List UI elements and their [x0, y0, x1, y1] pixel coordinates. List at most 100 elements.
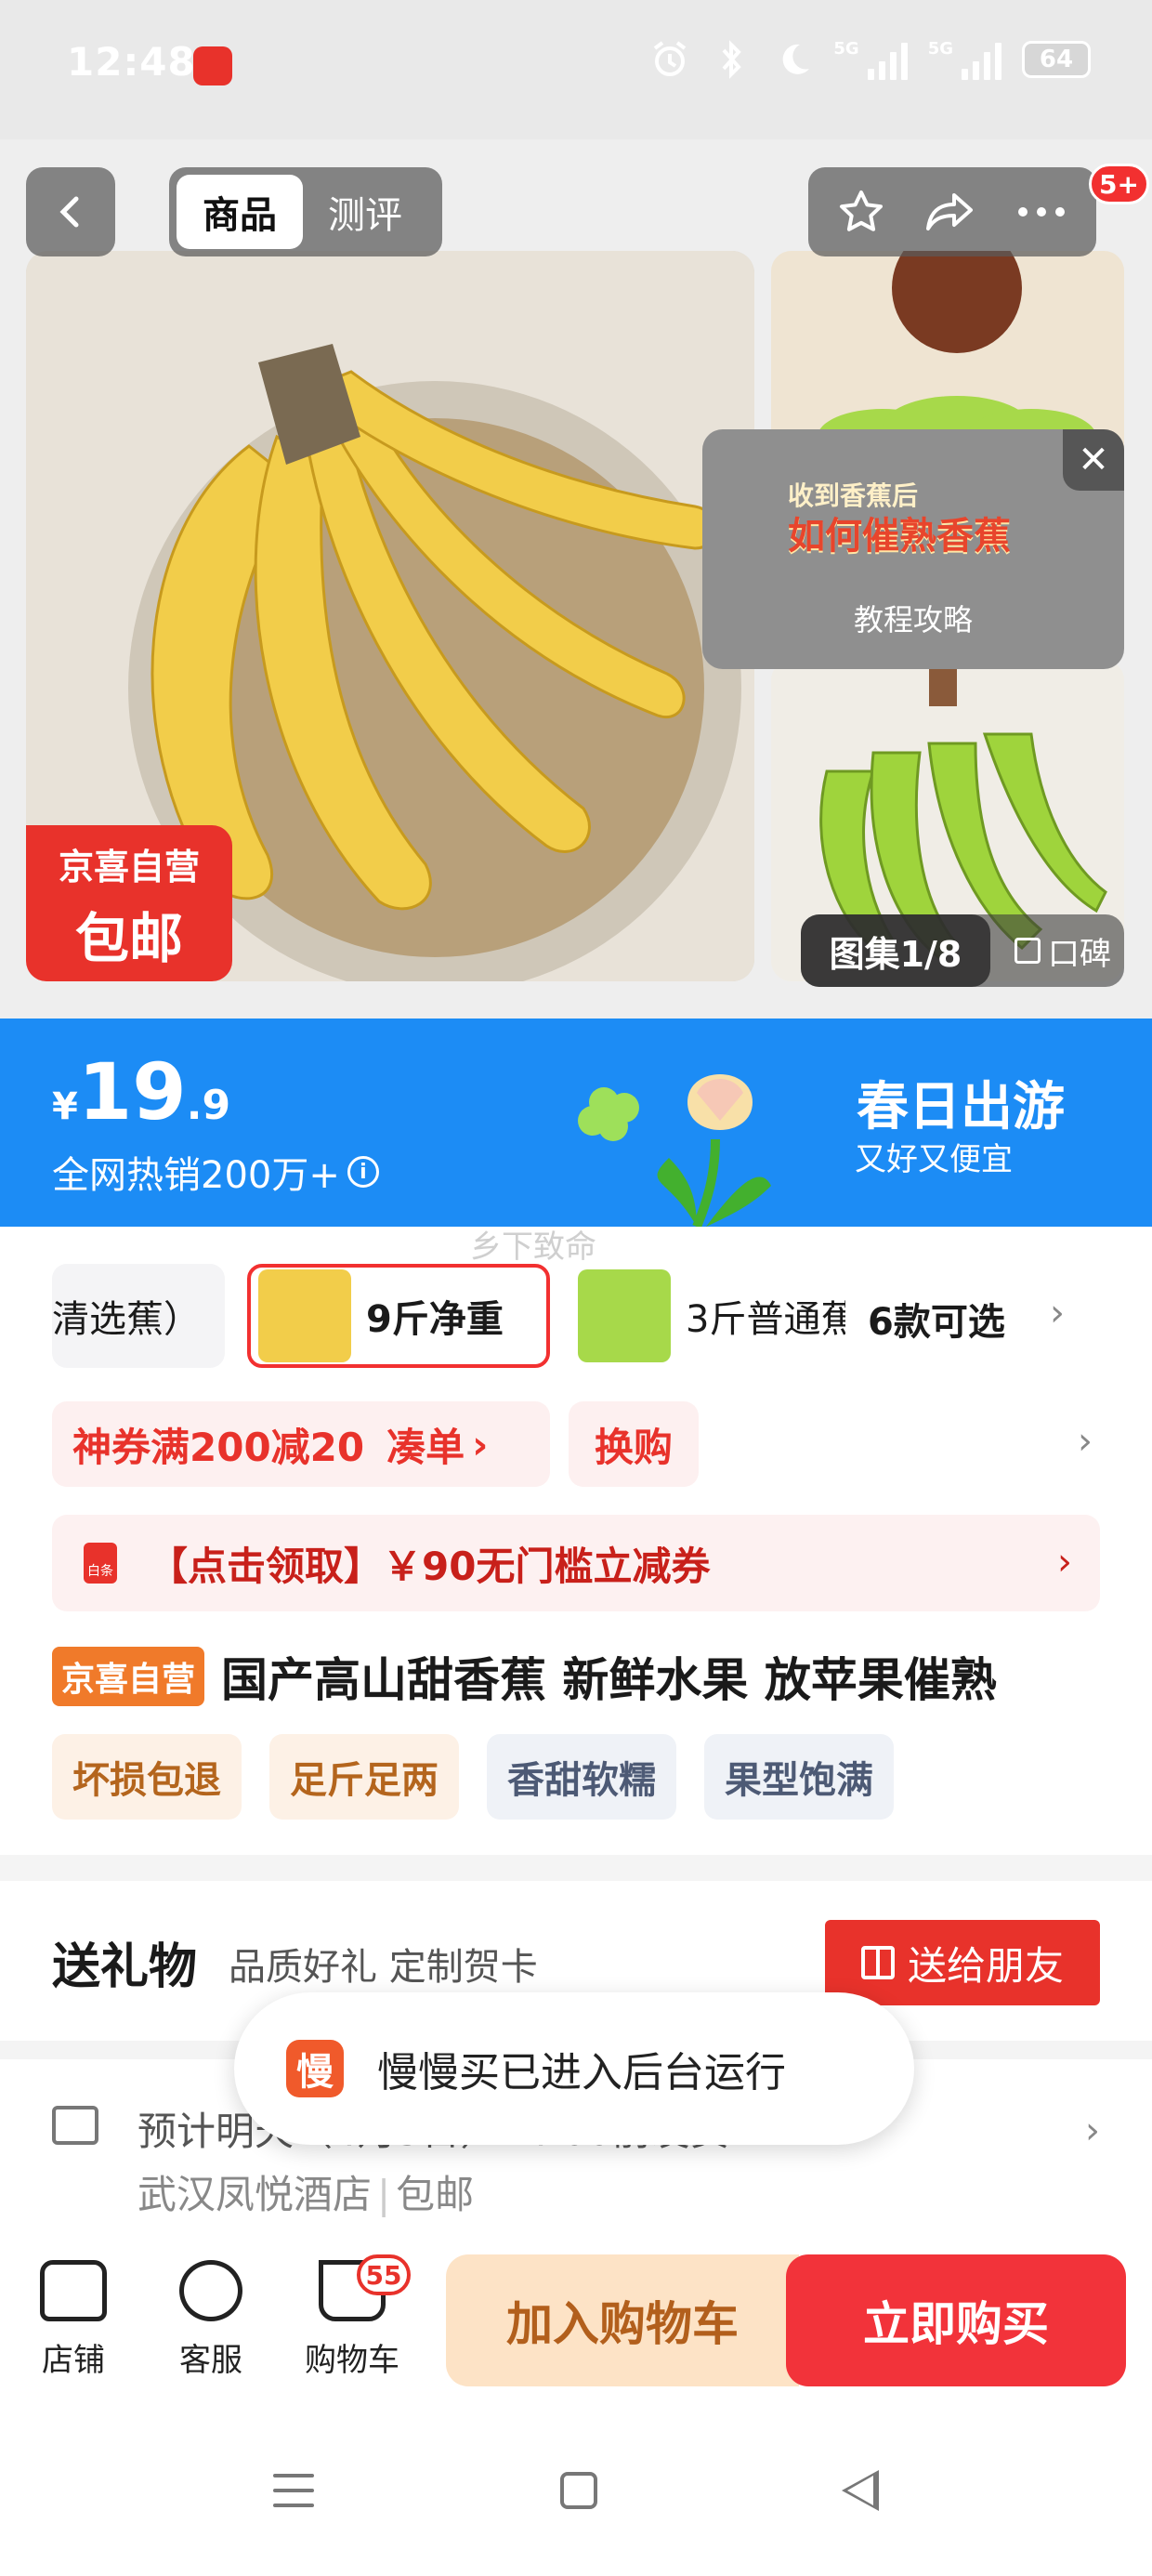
- tutorial-video-card[interactable]: 收到香蕉后 如何催熟香蕉 教程攻略 ✕: [702, 429, 1124, 669]
- watermark: 乡下致命: [470, 1229, 596, 1266]
- customer-service-label: 客服: [179, 2342, 242, 2379]
- cart-count-badge: 55: [357, 2254, 411, 2295]
- tab-review[interactable]: 测评: [303, 175, 427, 249]
- product-title-row: 京喜自营 国产高山甜香蕉 新鲜水果 放苹果催熟: [52, 1643, 1130, 1710]
- header-actions: [808, 167, 1096, 256]
- chevron-right-icon: ›: [1057, 1541, 1072, 1584]
- system-nav-bar: [0, 2416, 1152, 2576]
- promo-badge-line1: 京喜自营: [58, 847, 200, 887]
- send-gift-label: 送给朋友: [907, 1942, 1064, 1989]
- variant-option[interactable]: 3斤普通蕉: [570, 1264, 845, 1368]
- image-counter: 图集1/8: [801, 914, 990, 987]
- chevron-left-icon: [59, 196, 79, 228]
- variant-thumbnail: [258, 1269, 351, 1362]
- bottom-action-bar: 店铺 客服 购物车 55 加入购物车 立即购买: [0, 2236, 1152, 2416]
- spring-flower-decoration: [578, 1074, 771, 1227]
- chevron-right-icon[interactable]: ›: [1078, 1420, 1093, 1463]
- price-integer: 19: [77, 1046, 187, 1137]
- coupon-action: 凑单: [386, 1424, 465, 1470]
- variant-label: 清选蕉）: [52, 1298, 201, 1341]
- reviews-link[interactable]: 口碑: [1015, 928, 1111, 974]
- delivery-shipping: 包邮: [396, 2172, 475, 2217]
- price: ¥ 19 .9: [52, 1046, 230, 1137]
- back-button[interactable]: [26, 167, 115, 256]
- gallery-counter[interactable]: 图集1/8 口碑: [801, 914, 1124, 987]
- price-decimal: .9: [186, 1082, 231, 1129]
- chevron-right-icon[interactable]: ›: [1050, 1292, 1065, 1334]
- truck-icon: [52, 2106, 98, 2145]
- variant-label: 3斤普通蕉: [686, 1298, 845, 1341]
- self-operated-tag: 京喜自营: [52, 1647, 205, 1706]
- gift-icon: [860, 1946, 895, 1979]
- hot-sales-label: 全网热销200万+: [52, 1154, 340, 1197]
- status-bar: 12:48 5G 5G 64: [0, 0, 1152, 139]
- feature-tag: 足斤足两: [269, 1734, 459, 1820]
- menu-icon[interactable]: [273, 2474, 314, 2507]
- variant-selector: 清选蕉） 9斤净重 3斤普通蕉 6款可选 ›: [0, 1264, 1152, 1373]
- bluetooth-icon: [722, 40, 742, 79]
- delivery-location: 武汉凤悦酒店: [137, 2172, 373, 2217]
- feature-tag: 果型饱满: [704, 1734, 894, 1820]
- feature-tags: 坏损包退 足斤足两 香甜软糯 果型饱满: [52, 1734, 894, 1820]
- share-icon[interactable]: [924, 188, 976, 236]
- more-icon[interactable]: [1015, 203, 1067, 221]
- customer-service-button[interactable]: 客服: [160, 2260, 262, 2380]
- close-icon[interactable]: ✕: [1063, 429, 1124, 491]
- campaign-title: 春日出游: [857, 1077, 1065, 1137]
- gift-title: 送礼物: [52, 1939, 198, 1995]
- signal-icon: 5G: [833, 39, 908, 80]
- campaign-subtitle: 又好又便宜: [855, 1141, 1013, 1178]
- variant-option[interactable]: 清选蕉）: [52, 1264, 225, 1368]
- store-label: 店铺: [42, 2342, 105, 2379]
- network-label: 5G: [927, 39, 953, 59]
- header-tabs: 商品 测评: [169, 167, 442, 256]
- home-icon[interactable]: [560, 2472, 597, 2509]
- alarm-icon: [654, 41, 687, 76]
- delivery-address: 武汉凤悦酒店 | 包邮: [137, 2172, 475, 2217]
- price-banner: ¥ 19 .9 全网热销200万+ i 春日出游 又好又便宜: [0, 1019, 1152, 1227]
- send-gift-button[interactable]: 送给朋友: [825, 1920, 1100, 2005]
- gift-subtitle: 品质好礼 定制贺卡: [229, 1946, 538, 1989]
- store-button[interactable]: 店铺: [22, 2260, 124, 2380]
- buy-now-button[interactable]: 立即购买: [786, 2254, 1126, 2386]
- app-icon: [193, 46, 232, 85]
- coupon-tag[interactable]: 神券满200减20 凑单 ›: [52, 1401, 550, 1487]
- variant-label: 9斤净重: [366, 1298, 504, 1341]
- signal-icon: 5G: [928, 39, 1001, 80]
- cart-label: 购物车: [305, 2342, 399, 2379]
- product-gallery[interactable]: 收到香蕉后 如何催熟香蕉 教程攻略 ✕ 商品 测评 5+ 京喜自营 包邮 图集1…: [0, 139, 1152, 1019]
- toast-text: 慢慢买已进入后台运行: [377, 2049, 786, 2096]
- variant-thumbnail: [578, 1269, 671, 1362]
- reviews-label: 口碑: [1048, 935, 1111, 973]
- tutorial-caption: 教程攻略: [853, 602, 973, 637]
- tab-product[interactable]: 商品: [177, 175, 303, 249]
- exchange-tag[interactable]: 换购: [569, 1401, 699, 1487]
- hot-sales-text[interactable]: 全网热销200万+ i: [52, 1145, 379, 1199]
- coupon-text: 神券满200减20: [72, 1424, 365, 1470]
- claim-text: 【点击领取】￥90无门槛立减券: [149, 1543, 711, 1589]
- back-triangle-icon[interactable]: [842, 2470, 879, 2511]
- baitiao-icon: 白条: [84, 1543, 117, 1584]
- variant-option-selected[interactable]: 9斤净重: [247, 1264, 550, 1368]
- notification-badge: 5+: [1089, 164, 1149, 204]
- tutorial-title-big: 如何催熟香蕉: [788, 515, 1011, 558]
- battery-icon: 64: [1022, 41, 1091, 78]
- variant-count[interactable]: 6款可选: [868, 1292, 1005, 1346]
- baitiao-label: 白条: [87, 1564, 113, 1579]
- star-icon[interactable]: [837, 188, 885, 236]
- manmanmai-app-icon: 慢: [286, 2040, 344, 2097]
- promo-badge: 京喜自营 包邮: [26, 825, 232, 981]
- promo-badge-line2: 包邮: [74, 907, 183, 970]
- section-divider: [0, 1855, 1152, 1881]
- checkbox-icon: [1015, 938, 1041, 964]
- add-to-cart-button[interactable]: 加入购物车: [446, 2254, 799, 2386]
- battery-level: 64: [1039, 46, 1074, 73]
- info-icon: i: [347, 1156, 379, 1188]
- feature-tag: 坏损包退: [52, 1734, 242, 1820]
- claim-coupon-bar[interactable]: 白条 【点击领取】￥90无门槛立减券 ›: [52, 1515, 1100, 1611]
- coupon-row: 神券满200减20 凑单 › 换购 ›: [52, 1401, 1102, 1487]
- store-icon: [40, 2260, 107, 2321]
- chevron-right-icon: ›: [1085, 2109, 1100, 2152]
- status-icons: 5G 5G 64: [649, 39, 1091, 80]
- feature-tag: 香甜软糯: [487, 1734, 676, 1820]
